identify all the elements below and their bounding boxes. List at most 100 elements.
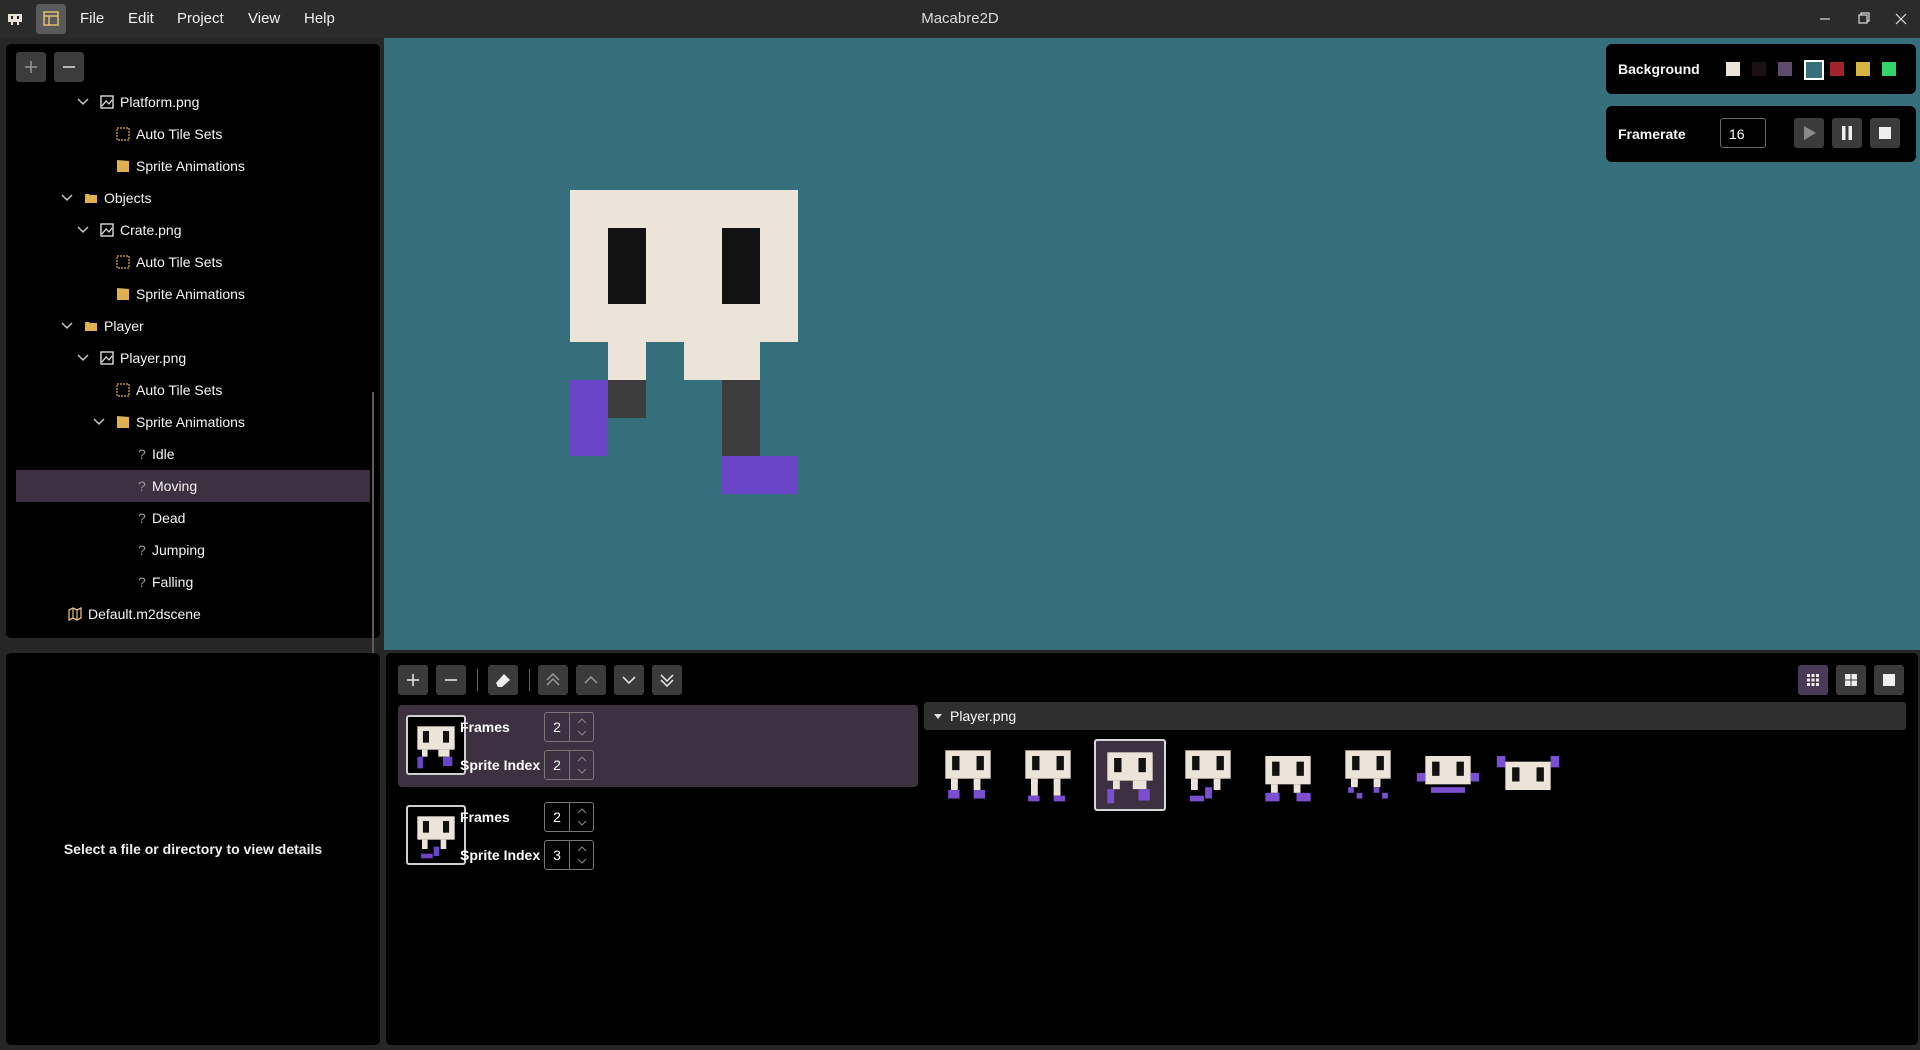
sprite-image xyxy=(1496,756,1560,790)
chevron-down-icon[interactable] xyxy=(76,342,90,374)
add-content-button[interactable] xyxy=(16,52,46,82)
swatch-red[interactable] xyxy=(1830,62,1844,76)
small-grid-view-button[interactable] xyxy=(1798,665,1828,695)
chevron-down-icon[interactable] xyxy=(60,310,74,342)
framerate-input[interactable]: 16 xyxy=(1720,118,1766,148)
sprite-index-stepper[interactable]: 2 xyxy=(544,750,594,780)
tree-item-player-folder[interactable]: Player xyxy=(16,310,370,342)
close-window-button[interactable] xyxy=(1882,0,1920,38)
animation-icon xyxy=(117,416,129,428)
tree-item-label: Crate.png xyxy=(120,222,182,238)
double-chevron-down-icon xyxy=(660,674,674,688)
tree-item-auto-tile-sets[interactable]: Auto Tile Sets xyxy=(16,118,370,150)
play-icon xyxy=(1804,126,1816,140)
tree-item-sprite-animations[interactable]: Sprite Animations xyxy=(16,278,370,310)
stepper-arrows-icon[interactable] xyxy=(569,803,594,831)
sprite-cell[interactable] xyxy=(1014,739,1086,811)
tree-item-label: Sprite Animations xyxy=(136,286,245,302)
sprite-cell[interactable] xyxy=(1494,739,1566,811)
sprite-index-label: Sprite Index xyxy=(460,757,541,773)
stepper-arrows-icon[interactable] xyxy=(569,713,594,741)
menu-view[interactable]: View xyxy=(248,0,280,38)
chevron-down-icon[interactable] xyxy=(60,182,74,214)
frames-stepper[interactable]: 2 xyxy=(544,802,594,832)
chevron-down-icon[interactable] xyxy=(76,86,90,118)
frames-label: Frames xyxy=(460,719,510,735)
tree-item-dead[interactable]: ? Dead xyxy=(16,502,370,534)
minus-icon xyxy=(445,679,457,681)
pause-button[interactable] xyxy=(1832,118,1862,148)
stepper-arrows-icon[interactable] xyxy=(569,841,594,869)
move-up-button[interactable] xyxy=(576,665,606,695)
tree-item-auto-tile-sets[interactable]: Auto Tile Sets xyxy=(16,246,370,278)
question-icon: ? xyxy=(138,510,146,526)
tree-item-player-png[interactable]: Player.png xyxy=(16,342,370,374)
tree-item-label: Auto Tile Sets xyxy=(136,126,223,142)
sprite-cell[interactable] xyxy=(1334,739,1406,811)
chevron-down-icon[interactable] xyxy=(92,406,106,438)
menu-edit[interactable]: Edit xyxy=(128,0,154,38)
swatch-black[interactable] xyxy=(1752,62,1766,76)
stepper-arrows-icon[interactable] xyxy=(569,751,594,779)
scene-icon xyxy=(68,607,82,621)
tree-item-objects[interactable]: Objects xyxy=(16,182,370,214)
swatch-teal-selected[interactable] xyxy=(1804,60,1824,80)
play-button[interactable] xyxy=(1794,118,1824,148)
tree-item-platform-png[interactable]: Platform.png xyxy=(16,86,370,118)
tree-item-label: Auto Tile Sets xyxy=(136,254,223,270)
sprite-cell[interactable] xyxy=(934,739,1006,811)
image-icon xyxy=(100,223,114,237)
chevron-up-icon xyxy=(584,675,598,684)
sprite-thumbnail-image xyxy=(417,816,455,859)
move-to-bottom-button[interactable] xyxy=(652,665,682,695)
swatch-purple[interactable] xyxy=(1778,62,1792,76)
sprite-sheet-header[interactable]: Player.png xyxy=(924,702,1906,730)
sprite-index-stepper[interactable]: 3 xyxy=(544,840,594,870)
tree-item-sprite-animations[interactable]: Sprite Animations xyxy=(16,406,370,438)
sprite-image xyxy=(1345,750,1391,799)
tree-item-jumping[interactable]: ? Jumping xyxy=(16,534,370,566)
tree-item-auto-tile-sets[interactable]: Auto Tile Sets xyxy=(16,374,370,406)
tree-scrollbar[interactable] xyxy=(372,392,374,660)
animation-step[interactable]: Frames 2 Sprite Index 3 xyxy=(398,795,918,877)
tree-item-crate-png[interactable]: Crate.png xyxy=(16,214,370,246)
frames-stepper[interactable]: 2 xyxy=(544,712,594,742)
remove-content-button[interactable] xyxy=(54,52,84,82)
tileset-icon xyxy=(116,383,130,397)
tree-item-falling[interactable]: ? Falling xyxy=(16,566,370,598)
sprite-cell[interactable] xyxy=(1094,739,1166,811)
scene-viewport[interactable]: Background Framerate 16 xyxy=(384,38,1920,650)
clear-sprite-button[interactable] xyxy=(488,665,518,695)
large-view-button[interactable] xyxy=(1874,665,1904,695)
menu-project[interactable]: Project xyxy=(177,0,224,38)
minimize-button[interactable] xyxy=(1806,0,1844,38)
swatch-gold[interactable] xyxy=(1856,62,1870,76)
tree-item-label: Platform.png xyxy=(120,94,200,110)
chevron-down-icon[interactable] xyxy=(76,214,90,246)
remove-step-button[interactable] xyxy=(436,665,466,695)
menu-file[interactable]: File xyxy=(80,0,104,38)
medium-grid-view-button[interactable] xyxy=(1836,665,1866,695)
tree-item-moving[interactable]: ? Moving xyxy=(16,470,370,502)
stop-button[interactable] xyxy=(1870,118,1900,148)
tree-item-label: Idle xyxy=(152,446,175,462)
move-to-top-button[interactable] xyxy=(538,665,568,695)
tree-item-default-scene[interactable]: Default.m2dscene xyxy=(16,598,370,630)
image-icon xyxy=(100,95,114,109)
menu-help[interactable]: Help xyxy=(304,0,335,38)
swatch-bone[interactable] xyxy=(1726,62,1740,76)
add-step-button[interactable] xyxy=(398,665,428,695)
restore-button[interactable] xyxy=(1844,0,1882,38)
sprite-cell[interactable] xyxy=(1174,739,1246,811)
move-down-button[interactable] xyxy=(614,665,644,695)
app-logo-icon xyxy=(8,14,22,25)
swatch-green[interactable] xyxy=(1882,62,1896,76)
tree-item-sprite-animations[interactable]: Sprite Animations xyxy=(16,150,370,182)
tree-item-idle[interactable]: ? Idle xyxy=(16,438,370,470)
sprite-cell[interactable] xyxy=(1254,739,1326,811)
sprite-image xyxy=(945,750,991,799)
framerate-label: Framerate xyxy=(1618,126,1686,142)
layout-toggle-button[interactable] xyxy=(36,4,66,34)
sprite-cell[interactable] xyxy=(1414,739,1486,811)
animation-step[interactable]: Frames 2 Sprite Index 2 xyxy=(398,705,918,787)
